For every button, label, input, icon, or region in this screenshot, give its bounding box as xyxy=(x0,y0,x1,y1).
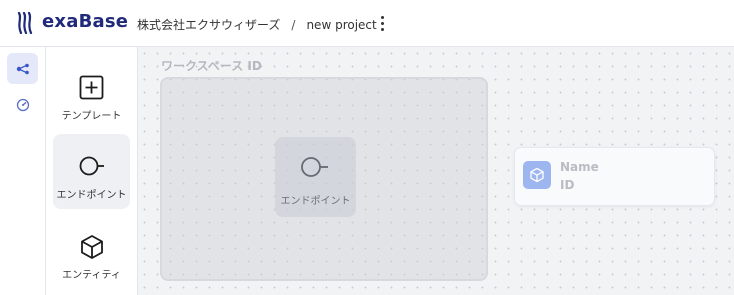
workspace-container[interactable]: エンドポイント xyxy=(160,77,488,281)
flow-diagram-icon xyxy=(16,63,29,74)
palette-item-endpoint-label: エンドポイント xyxy=(56,190,127,201)
breadcrumb-project[interactable]: new project xyxy=(306,18,376,32)
breadcrumb-organization[interactable]: 株式会社エクサウィザーズ xyxy=(137,16,280,33)
breadcrumb-separator: / xyxy=(291,17,296,32)
gauge-icon xyxy=(16,98,29,111)
more-vertical-icon xyxy=(381,16,384,19)
endpoint-node-label: エンドポイント xyxy=(280,196,351,207)
app-name[interactable]: exaBase xyxy=(42,11,128,32)
cube-icon xyxy=(530,167,544,183)
app-header: exaBase 株式会社エクサウィザーズ / new project xyxy=(0,0,734,47)
cube-icon xyxy=(81,235,103,259)
entity-node[interactable]: Name ID xyxy=(514,147,715,206)
entity-name: Name xyxy=(560,160,599,174)
plus-square-icon xyxy=(79,75,104,100)
endpoint-icon xyxy=(79,156,104,176)
breadcrumb: 株式会社エクサウィザーズ / new project xyxy=(137,16,377,33)
palette-item-entity[interactable]: エンティティ xyxy=(53,214,130,289)
palette-item-entity-label: エンティティ xyxy=(62,270,121,281)
palette-item-template-label: テンプレート xyxy=(61,111,122,122)
more-options-button[interactable] xyxy=(376,14,390,32)
endpoint-node[interactable]: エンドポイント xyxy=(275,137,356,217)
entity-node-icon xyxy=(523,161,551,189)
component-palette: テンプレート エンドポイント エンティティ xyxy=(46,47,138,295)
palette-item-template[interactable]: テンプレート xyxy=(53,55,130,130)
rail-item-dashboard[interactable] xyxy=(7,89,38,120)
endpoint-icon xyxy=(301,157,328,177)
exabase-logo-icon[interactable] xyxy=(16,12,36,34)
entity-id: ID xyxy=(560,178,575,192)
flow-canvas[interactable]: ワークスペース ID エンドポイント Name ID xyxy=(138,47,734,295)
workspace-title: ワークスペース ID xyxy=(161,59,262,73)
rail-item-flow[interactable] xyxy=(7,53,38,84)
palette-item-endpoint[interactable]: エンドポイント xyxy=(53,134,130,209)
left-rail xyxy=(0,47,46,295)
